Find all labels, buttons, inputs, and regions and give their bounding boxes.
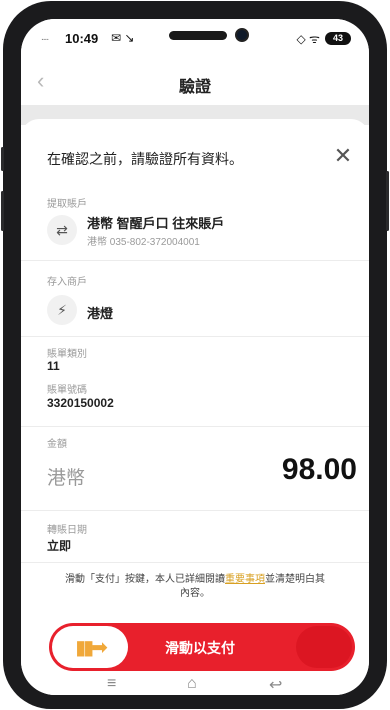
signal-dots: ....	[41, 32, 49, 43]
slide-to-pay-slider[interactable]: ▮▮➡ 滑動以支付	[49, 623, 355, 671]
side-button	[1, 191, 4, 231]
amount-currency: 港幣	[47, 468, 86, 489]
from-account-label: 提取賬戶	[47, 199, 87, 210]
from-account-section: 提取賬戶 ⇄ 港幣 智醒戶口 往來賬戶 港幣 035-802-372004001	[21, 185, 369, 261]
date-value: 立即	[47, 539, 72, 553]
side-button	[386, 171, 389, 231]
close-icon[interactable]: ✕	[331, 145, 355, 169]
top-navbar: ‹ 驗證	[21, 61, 369, 105]
date-section: 轉賬日期 立即	[21, 511, 369, 563]
phone-frame: .... 10:49 ✉ ↘ ◇ ᯤ 43 ‹ 驗證 在確認之前，請驗證所有資料…	[1, 1, 389, 709]
merchant-section: 存入商戶 ⚡ 港燈	[21, 261, 369, 337]
important-terms-link[interactable]: 重要事項	[225, 574, 265, 585]
amount-section: 金額 港幣 98.00	[21, 427, 369, 511]
menu-icon[interactable]: ≡	[107, 675, 116, 693]
status-bar: .... 10:49 ✉ ↘ ◇ ᯤ 43	[21, 19, 369, 61]
page-title: 驗證	[178, 79, 211, 96]
bill-number-label: 賬單號碼	[47, 385, 87, 396]
amount-value: 98.00	[281, 453, 357, 486]
transfer-arrows-icon: ⇄	[47, 215, 77, 245]
disclaimer-text: 滑動「支付」按鍵，本人已詳細閱讀重要事項並清楚明白其內容。	[61, 573, 329, 601]
notification-icons: ✉ ↘	[111, 31, 135, 45]
back-icon[interactable]: ↩	[269, 675, 282, 695]
side-button	[1, 147, 4, 171]
status-right: ◇ ᯤ 43	[296, 30, 351, 47]
wifi-icon: ◇ ᯤ	[296, 32, 320, 46]
bill-section: 賬單類別 11 賬單號碼 3320150002	[21, 337, 369, 427]
power-tower-icon: ⚡	[47, 295, 77, 325]
verification-sheet: 在確認之前，請驗證所有資料。 ✕ 提取賬戶 ⇄ 港幣 智醒戶口 往來賬戶 港幣 …	[21, 119, 369, 695]
merchant-name: 港燈	[87, 306, 114, 321]
amount-label: 金額	[47, 439, 67, 450]
from-account-number: 港幣 035-802-372004001	[87, 237, 200, 248]
disclaimer-before: 滑動「支付」按鍵，本人已詳細閱讀	[65, 574, 225, 585]
date-label: 轉賬日期	[47, 525, 87, 536]
speaker-notch	[169, 31, 227, 40]
bill-type-label: 賬單類別	[47, 349, 87, 360]
merchant-label: 存入商戶	[47, 277, 87, 288]
slider-end-knob	[296, 626, 352, 668]
battery-icon: 43	[325, 32, 351, 45]
status-time: 10:49	[65, 31, 99, 46]
screen: .... 10:49 ✉ ↘ ◇ ᯤ 43 ‹ 驗證 在確認之前，請驗證所有資料…	[21, 19, 369, 695]
system-navbar: ≡ ⌂ ↩	[21, 675, 369, 695]
slider-handle[interactable]: ▮▮➡	[52, 626, 128, 668]
camera-icon	[235, 28, 249, 42]
sheet-title: 在確認之前，請驗證所有資料。	[47, 151, 243, 167]
slider-label: 滑動以支付	[165, 640, 235, 656]
bill-type-value: 11	[47, 359, 60, 373]
bill-number-value: 3320150002	[47, 396, 114, 410]
from-account-name: 港幣 智醒戶口 往來賬戶	[87, 216, 225, 231]
home-icon[interactable]: ⌂	[187, 675, 197, 693]
arrow-right-icon: ▮▮➡	[75, 636, 108, 659]
sheet-header: 在確認之前，請驗證所有資料。 ✕	[21, 119, 369, 175]
